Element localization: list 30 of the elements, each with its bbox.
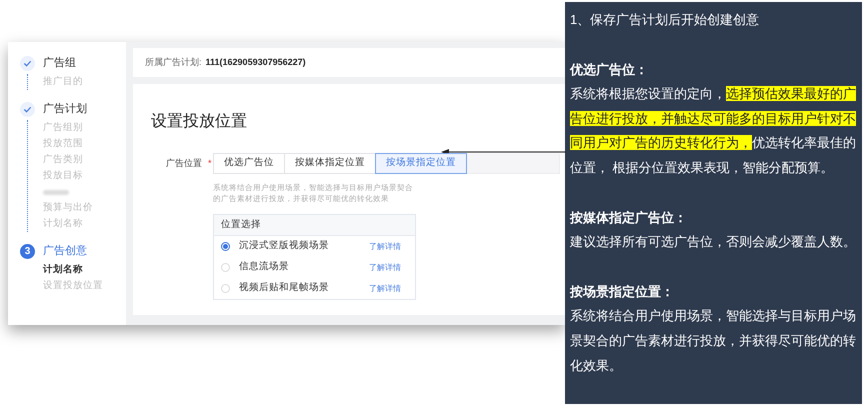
radio-button[interactable] (221, 242, 230, 251)
note-title: 1、保存广告计划后开始创建创意 (570, 11, 760, 29)
step-title[interactable]: 广告组 (43, 54, 76, 72)
details-link[interactable]: 了解详情 (369, 240, 401, 252)
step-number: 3 (20, 244, 35, 258)
tab[interactable]: 按场景指定位置 (375, 153, 467, 174)
field-label: 广告位置 (166, 156, 202, 170)
tab[interactable]: 按媒体指定位置 (284, 153, 376, 174)
option-label: 信息流场景 (239, 260, 290, 274)
option-label: 视频后贴和尾帧场景 (239, 281, 330, 296)
option-label: 沉浸式竖版视频场景 (239, 239, 330, 254)
note-paragraph: 系统将结合用户使用场景，智能选择与目标用户场景契合的广告素材进行投放，并获得尽可能优的转化效果。 (570, 307, 857, 375)
sidebar-item[interactable]: 计划名称 (43, 262, 83, 278)
details-link[interactable]: 了解详情 (369, 262, 401, 274)
step-connector (27, 74, 28, 90)
step-title[interactable]: 广告计划 (43, 100, 87, 118)
note-heading: 按场景指定位置： (570, 282, 675, 301)
required-mark: * (208, 156, 212, 170)
note-paragraph: 建议选择所有可选广告位，否则会减少覆盖人数。 (570, 233, 857, 252)
details-link[interactable]: 了解详情 (369, 282, 401, 294)
section-title: 设置投放位置 (151, 112, 248, 132)
note-heading: 按媒体指定广告位： (570, 208, 688, 227)
plan-id: 111(1629059307956227) (206, 56, 306, 69)
note-paragraph: 系统将根据您设置的定向，选择预估效果最好的广告位进行投放，并触达尽可能多的目标用户针对不同用户对广告的历史转化行为，优选转化率最佳的位置， 根据分位置效果表现，智能分配预算。 (570, 85, 857, 177)
plan-label: 所属广告计划: (145, 56, 202, 69)
note-heading: 优选广告位： (570, 60, 649, 79)
blurred-item (43, 190, 69, 194)
tab[interactable]: 优选广告位 (213, 153, 285, 174)
table-header: 位置选择 (214, 215, 415, 236)
step-title[interactable]: 广告创意 (43, 242, 87, 260)
